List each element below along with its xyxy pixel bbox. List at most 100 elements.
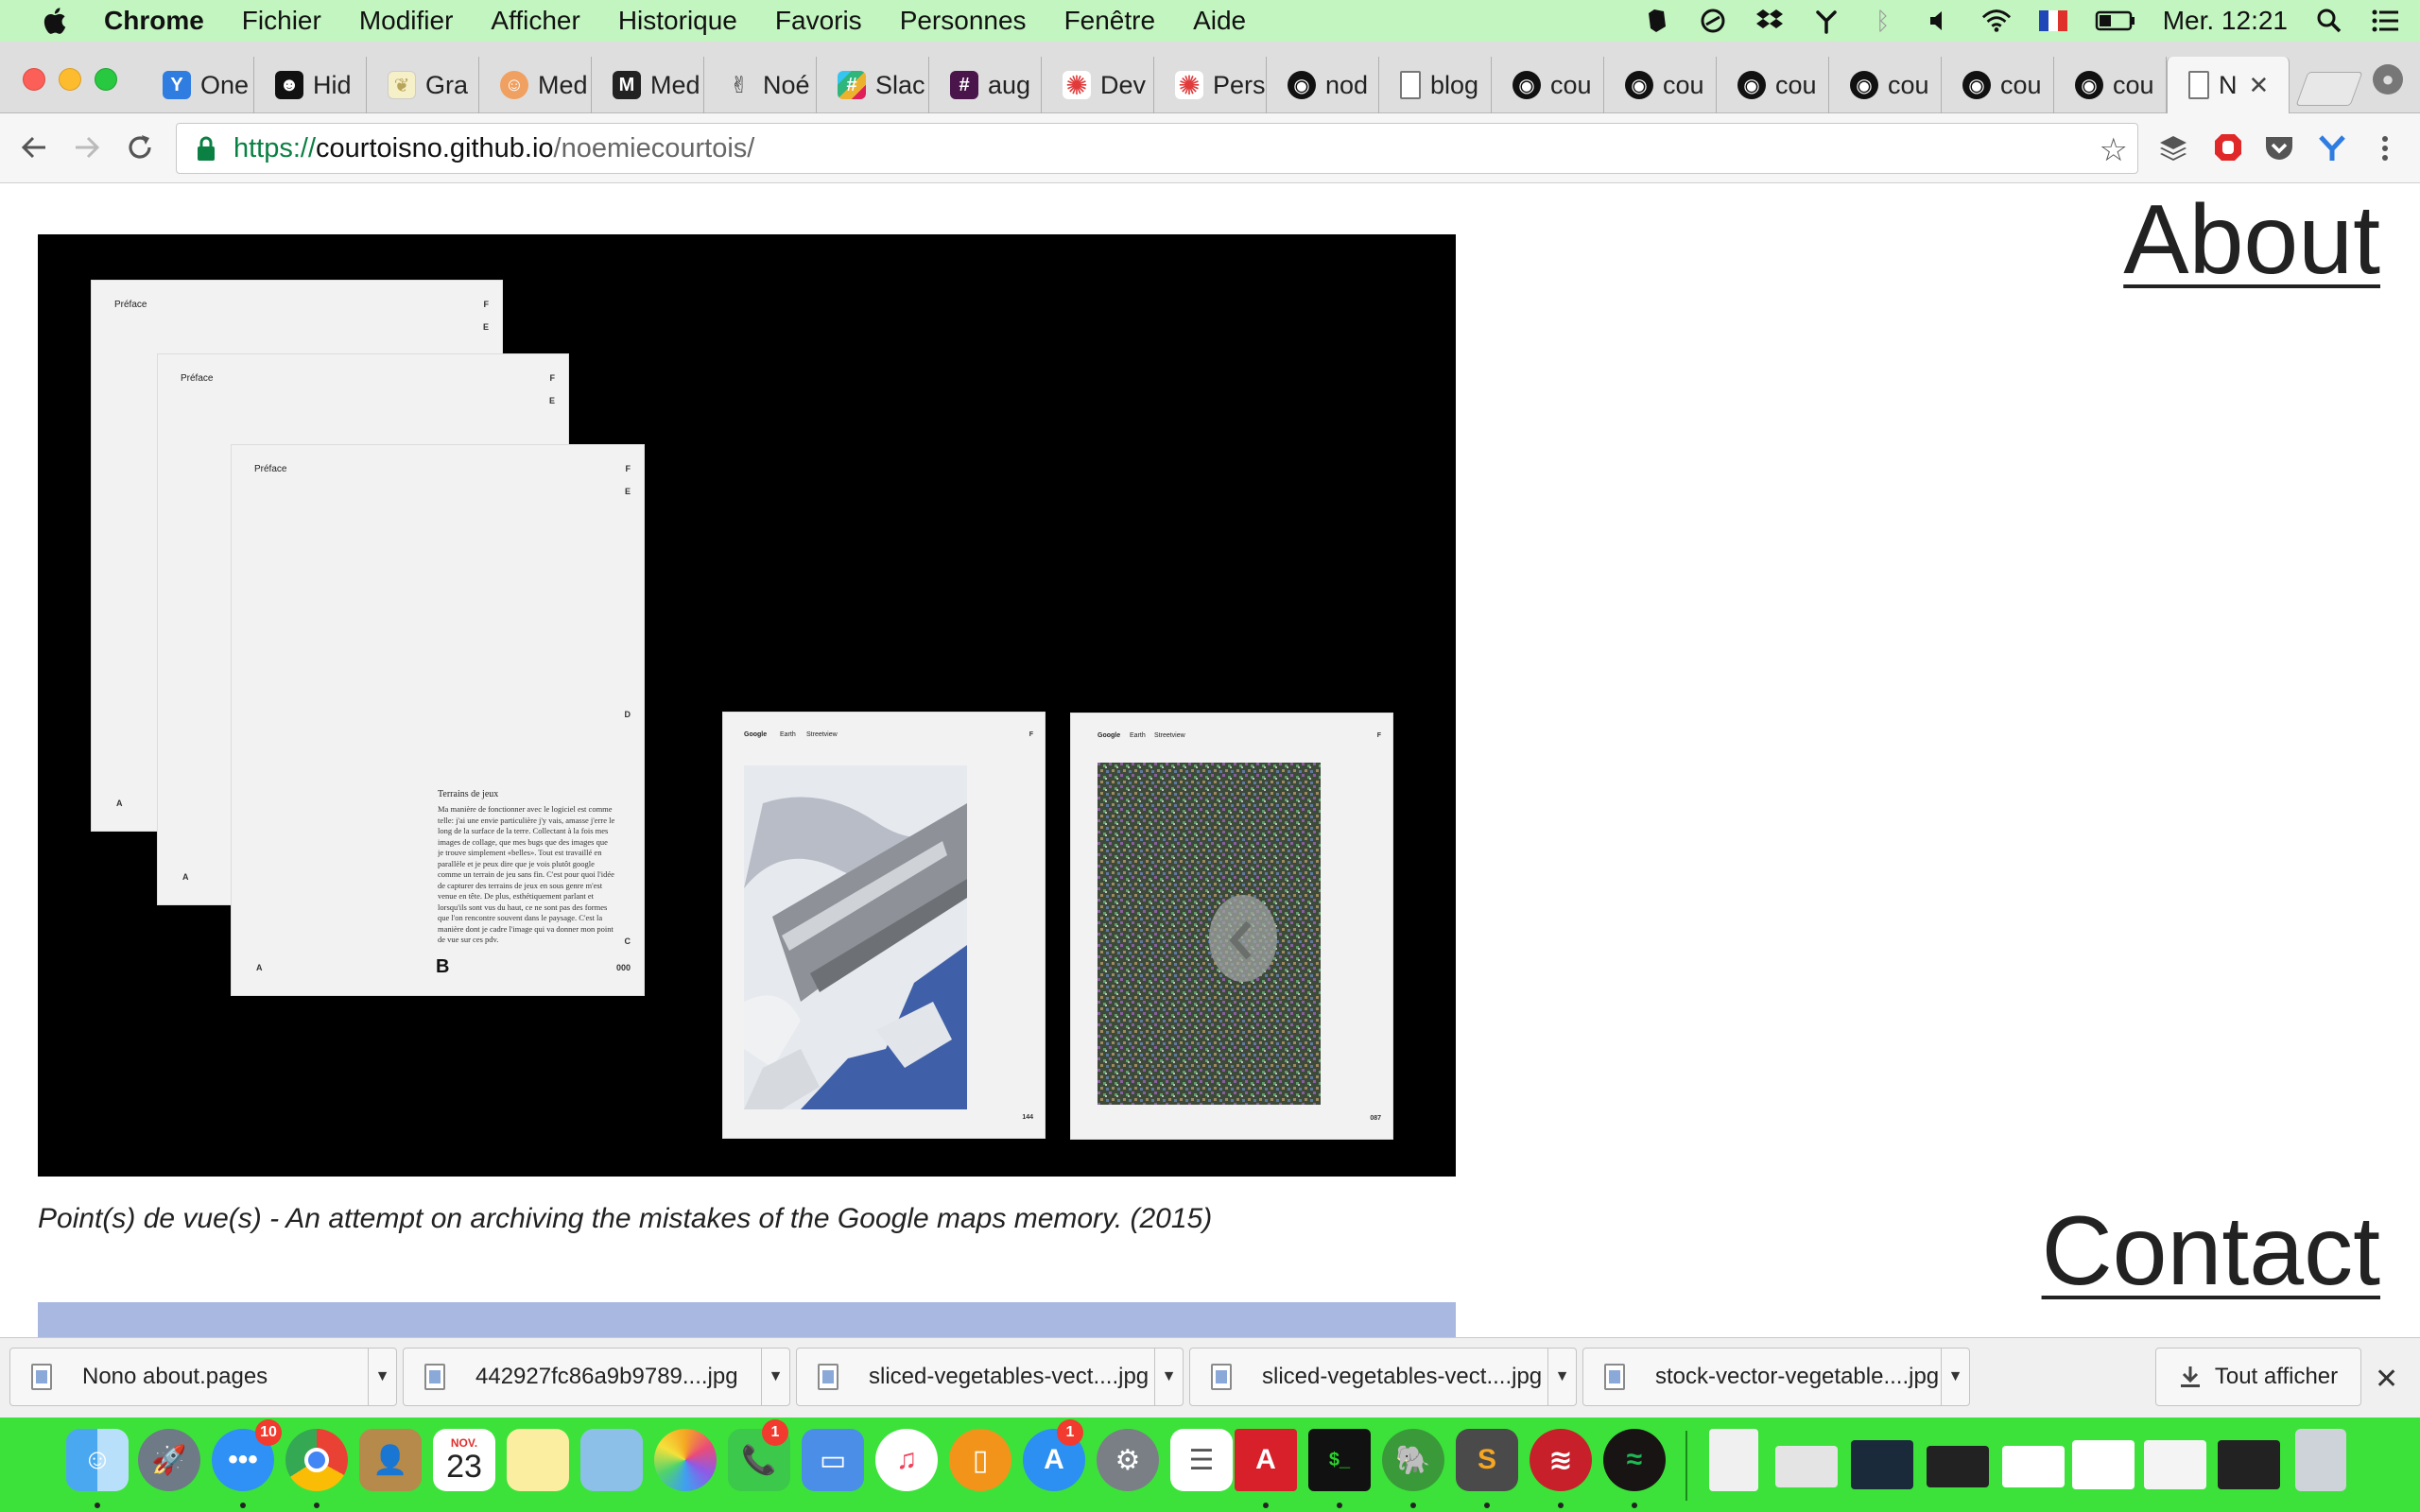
evernote-icon[interactable]: 🐘 [1382, 1429, 1444, 1491]
tab-10[interactable]: ✺ Pers [1154, 57, 1267, 113]
download-item[interactable]: stock-vector-vegetable....jpg ▼ [1582, 1348, 1970, 1406]
menu-dots-icon[interactable] [2369, 132, 2401, 164]
menu-favoris[interactable]: Favoris [775, 6, 862, 36]
bluetooth-icon[interactable]: ᛒ [1868, 6, 1898, 36]
menu-historique[interactable]: Historique [618, 6, 737, 36]
sync-icon[interactable] [1698, 6, 1728, 36]
about-link[interactable]: About [2123, 184, 2380, 297]
window-minimize-button[interactable] [59, 68, 81, 91]
y-extension-icon[interactable] [2316, 132, 2348, 164]
minimized-window-icon[interactable] [1927, 1446, 1989, 1487]
close-tab-icon[interactable]: ✕ [2249, 71, 2270, 100]
next-project-image[interactable] [38, 1302, 1456, 1337]
apple-icon[interactable] [40, 6, 68, 36]
minimized-window-icon[interactable] [2218, 1440, 2280, 1489]
tab-16[interactable]: ◉ cou [1829, 57, 1942, 113]
menu-personnes[interactable]: Personnes [900, 6, 1027, 36]
minimized-window-icon[interactable] [1775, 1446, 1838, 1487]
tab-18[interactable]: ◉ cou [2054, 57, 2167, 113]
back-icon[interactable] [13, 127, 55, 168]
menu-fenetre[interactable]: Fenêtre [1064, 6, 1156, 36]
battery-icon[interactable] [2095, 6, 2136, 36]
tab-1[interactable]: Y One [142, 57, 254, 113]
tab-15[interactable]: ◉ cou [1717, 57, 1829, 113]
spotlight-icon[interactable] [2314, 6, 2344, 36]
reload-icon[interactable] [119, 127, 161, 168]
profile-icon[interactable]: ● [2373, 64, 2403, 94]
launchpad-icon[interactable]: 🚀 [138, 1429, 200, 1491]
bookmark-star-icon[interactable]: ☆ [2100, 131, 2128, 169]
download-item[interactable]: sliced-vegetables-vect....jpg ▼ [796, 1348, 1184, 1406]
download-item[interactable]: sliced-vegetables-vect....jpg ▼ [1189, 1348, 1577, 1406]
notification-center-icon[interactable] [2371, 6, 2401, 36]
volume-icon[interactable] [1925, 6, 1955, 36]
chevron-down-icon[interactable]: ▼ [368, 1348, 396, 1406]
preview-icon[interactable] [580, 1429, 643, 1491]
chevron-down-icon[interactable]: ▼ [1154, 1348, 1183, 1406]
buffer-app-icon[interactable]: ≋ [1530, 1429, 1592, 1491]
terminal-icon[interactable]: $_ [1308, 1429, 1371, 1491]
chevron-down-icon[interactable]: ▼ [1941, 1348, 1969, 1406]
contact-link[interactable]: Contact [2042, 1195, 2380, 1308]
tab-11[interactable]: ◉ nod [1267, 57, 1379, 113]
buffer-icon[interactable] [2157, 132, 2189, 164]
minimized-window-icon[interactable] [2144, 1440, 2206, 1489]
minimized-window-icon[interactable] [2002, 1446, 2065, 1487]
chevron-down-icon[interactable]: ▼ [1547, 1348, 1576, 1406]
tab-active[interactable]: N ✕ [2167, 57, 2290, 113]
new-tab-button[interactable] [2295, 72, 2363, 106]
finder-icon[interactable]: ☺ [66, 1429, 129, 1491]
clock[interactable]: Mer. 12:21 [2163, 6, 2288, 36]
reminders-icon[interactable]: ☰ [1170, 1429, 1233, 1491]
menu-modifier[interactable]: Modifier [359, 6, 454, 36]
tab-9[interactable]: ✺ Dev [1042, 57, 1154, 113]
chrome-icon[interactable] [285, 1429, 348, 1491]
tab-13[interactable]: ◉ cou [1492, 57, 1604, 113]
tab-4[interactable]: ☺ Med [479, 57, 592, 113]
system-preferences-icon[interactable]: ⚙ [1097, 1429, 1159, 1491]
tab-17[interactable]: ◉ cou [1942, 57, 2054, 113]
spotify-icon[interactable]: ≈ [1603, 1429, 1666, 1491]
tab-14[interactable]: ◉ cou [1604, 57, 1717, 113]
pocket-icon[interactable] [2263, 132, 2295, 164]
sublime-text-icon[interactable]: S [1456, 1429, 1518, 1491]
tab-6[interactable]: ✌ Noé [704, 57, 817, 113]
close-icon[interactable]: ✕ [2375, 1363, 2398, 1396]
window-close-button[interactable] [23, 68, 45, 91]
flag-fr-icon[interactable] [2038, 6, 2068, 36]
adblock-icon[interactable] [2212, 132, 2244, 164]
project-image[interactable]: Préface F E A Préface F E A Préface F E … [38, 234, 1456, 1177]
branch-icon[interactable] [1811, 6, 1841, 36]
menu-app-name[interactable]: Chrome [104, 6, 204, 36]
evernote-icon[interactable] [1641, 6, 1671, 36]
ibooks-icon[interactable]: ▯ [949, 1429, 1011, 1491]
tab-12[interactable]: blog [1379, 57, 1492, 113]
tab-3[interactable]: ❦ Gra [367, 57, 479, 113]
wifi-icon[interactable] [1981, 6, 2012, 36]
keynote-icon[interactable]: ▭ [802, 1429, 864, 1491]
itunes-icon[interactable]: ♫ [875, 1429, 938, 1491]
tab-5[interactable]: M Med [592, 57, 704, 113]
tab-8[interactable]: # aug [929, 57, 1042, 113]
contacts-icon[interactable]: 👤 [359, 1429, 422, 1491]
photos-icon[interactable] [654, 1429, 717, 1491]
menu-fichier[interactable]: Fichier [242, 6, 321, 36]
menu-afficher[interactable]: Afficher [491, 6, 579, 36]
window-zoom-button[interactable] [95, 68, 117, 91]
menu-aide[interactable]: Aide [1193, 6, 1246, 36]
dropbox-icon[interactable] [1754, 6, 1785, 36]
download-item[interactable]: 442927fc86a9b9789....jpg ▼ [403, 1348, 790, 1406]
chevron-down-icon[interactable]: ▼ [761, 1348, 789, 1406]
forward-icon[interactable] [66, 127, 108, 168]
minimized-window-icon[interactable] [2072, 1440, 2135, 1489]
show-all-downloads-button[interactable]: Tout afficher [2155, 1348, 2361, 1406]
calendar-icon[interactable]: NOV. 23 [433, 1429, 495, 1491]
trash-icon[interactable] [2295, 1429, 2346, 1491]
tab-2[interactable]: ☻ Hid [254, 57, 367, 113]
minimized-window-icon[interactable] [1851, 1440, 1913, 1489]
acrobat-icon[interactable]: A [1235, 1429, 1297, 1491]
tab-7[interactable]: # Slac [817, 57, 929, 113]
notes-icon[interactable] [507, 1429, 569, 1491]
url-text[interactable]: https://courtoisno.github.io/noemiecourt… [233, 133, 754, 164]
download-item[interactable]: Nono about.pages ▼ [9, 1348, 397, 1406]
